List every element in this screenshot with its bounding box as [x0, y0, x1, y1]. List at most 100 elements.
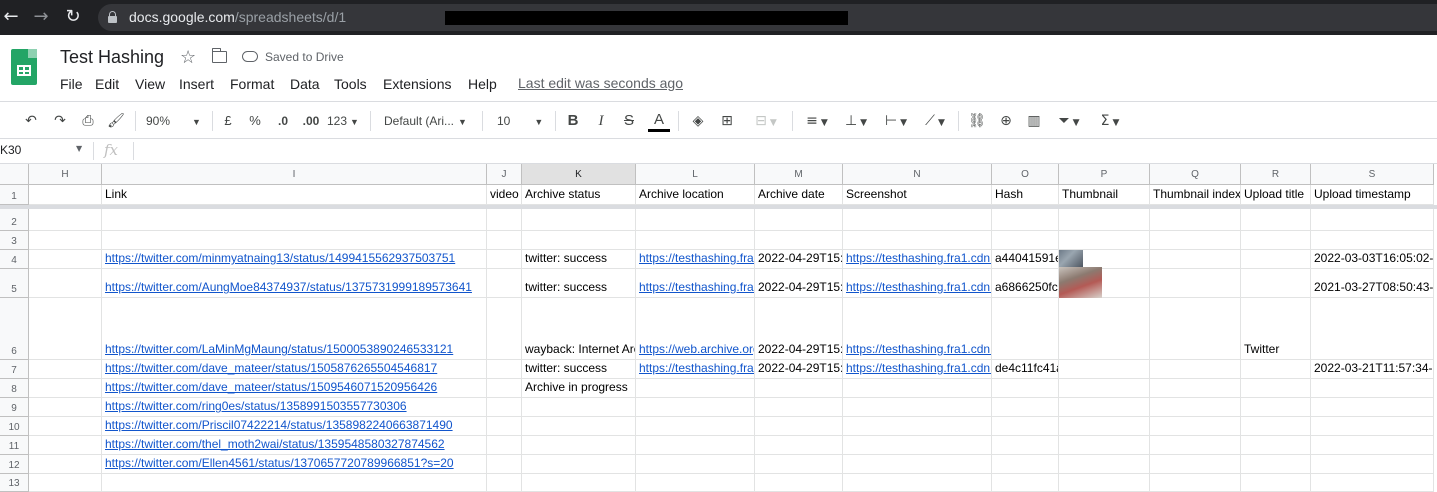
- cell-m8[interactable]: [755, 379, 843, 398]
- saved-status[interactable]: Saved to Drive: [265, 50, 344, 64]
- cell-s11[interactable]: [1311, 436, 1434, 455]
- cell-link[interactable]: https://twitter.com/dave_mateer/status/1…: [105, 380, 437, 394]
- column-header-m[interactable]: M: [755, 164, 843, 185]
- cell-r8[interactable]: [1241, 379, 1311, 398]
- cell-k3[interactable]: [522, 231, 636, 250]
- cell-link[interactable]: https://web.archive.org: [639, 342, 754, 356]
- cell-r7[interactable]: [1241, 360, 1311, 379]
- cell-k13[interactable]: [522, 474, 636, 492]
- cell-i2[interactable]: [102, 209, 487, 231]
- cell-r12[interactable]: [1241, 455, 1311, 474]
- cell-l5[interactable]: https://testhashing.fra1.cdn: [636, 269, 755, 298]
- cell-n12[interactable]: [843, 455, 992, 474]
- row-header-3[interactable]: 3: [0, 231, 29, 250]
- cell-h10[interactable]: [29, 417, 102, 436]
- cell-k4[interactable]: twitter: success: [522, 250, 636, 269]
- percent-format-button[interactable]: %: [247, 110, 263, 132]
- cell-q7[interactable]: [1150, 360, 1241, 379]
- row-header-9[interactable]: 9: [0, 398, 29, 417]
- borders-icon[interactable]: ⊞: [717, 110, 737, 132]
- cell-k11[interactable]: [522, 436, 636, 455]
- cell-k7[interactable]: twitter: success: [522, 360, 636, 379]
- menu-help[interactable]: Help: [468, 76, 497, 92]
- cell-i7[interactable]: https://twitter.com/dave_mateer/status/1…: [102, 360, 487, 379]
- text-wrapping-icon[interactable]: ⊢ ▼: [880, 110, 912, 132]
- cell-s5[interactable]: 2021-03-27T08:50:43-: [1311, 269, 1434, 298]
- reload-icon[interactable]: ↻: [62, 6, 84, 28]
- cell-h9[interactable]: [29, 398, 102, 417]
- document-title[interactable]: Test Hashing: [60, 47, 164, 68]
- cell-r10[interactable]: [1241, 417, 1311, 436]
- horizontal-align-icon[interactable]: ≡ ▼: [801, 110, 833, 132]
- cell-o12[interactable]: [992, 455, 1059, 474]
- cell-n6[interactable]: https://testhashing.fra1.cdn.: [843, 298, 992, 360]
- cell-q13[interactable]: [1150, 474, 1241, 492]
- row-header-11[interactable]: 11: [0, 436, 29, 455]
- cell-h1[interactable]: [29, 185, 102, 205]
- cell-j3[interactable]: [487, 231, 522, 250]
- row-header-6[interactable]: 6: [0, 298, 29, 360]
- redo-icon[interactable]: ↷: [49, 110, 71, 132]
- cell-i10[interactable]: https://twitter.com/Priscil07422214/stat…: [102, 417, 487, 436]
- cell-s3[interactable]: [1311, 231, 1434, 250]
- cell-h7[interactable]: [29, 360, 102, 379]
- cell-s12[interactable]: [1311, 455, 1434, 474]
- cell-n8[interactable]: [843, 379, 992, 398]
- menu-edit[interactable]: Edit: [95, 76, 119, 92]
- cell-l12[interactable]: [636, 455, 755, 474]
- merge-cells-icon[interactable]: ⊟ ▼: [747, 110, 785, 132]
- cell-o13[interactable]: [992, 474, 1059, 492]
- cell-p9[interactable]: [1059, 398, 1150, 417]
- cell-r5[interactable]: [1241, 269, 1311, 298]
- menu-data[interactable]: Data: [290, 76, 320, 92]
- cell-r1[interactable]: Upload title: [1241, 185, 1311, 205]
- row-header-7[interactable]: 7: [0, 360, 29, 379]
- filter-icon[interactable]: ⏷ ▼: [1052, 110, 1086, 132]
- cell-h2[interactable]: [29, 209, 102, 231]
- cell-o8[interactable]: [992, 379, 1059, 398]
- cell-i3[interactable]: [102, 231, 487, 250]
- cell-s13[interactable]: [1311, 474, 1434, 492]
- menu-insert[interactable]: Insert: [179, 76, 214, 92]
- cell-m5[interactable]: 2022-04-29T15:: [755, 269, 843, 298]
- cell-p12[interactable]: [1059, 455, 1150, 474]
- cell-link[interactable]: https://testhashing.fra1.cdn.: [846, 361, 991, 375]
- cell-p3[interactable]: [1059, 231, 1150, 250]
- row-header-4[interactable]: 4: [0, 250, 29, 269]
- cell-j13[interactable]: [487, 474, 522, 492]
- more-formats-button[interactable]: 123 ▼: [327, 110, 361, 132]
- paint-format-icon[interactable]: 🖌: [105, 110, 127, 132]
- cell-s1[interactable]: Upload timestamp: [1311, 185, 1434, 205]
- cell-o11[interactable]: [992, 436, 1059, 455]
- cell-p11[interactable]: [1059, 436, 1150, 455]
- cell-s10[interactable]: [1311, 417, 1434, 436]
- cell-n11[interactable]: [843, 436, 992, 455]
- row-header-2[interactable]: 2: [0, 209, 29, 231]
- cell-h13[interactable]: [29, 474, 102, 492]
- cell-h11[interactable]: [29, 436, 102, 455]
- cell-k10[interactable]: [522, 417, 636, 436]
- cell-h6[interactable]: [29, 298, 102, 360]
- cell-m6[interactable]: 2022-04-29T15:: [755, 298, 843, 360]
- menu-file[interactable]: File: [60, 76, 83, 92]
- cell-q5[interactable]: [1150, 269, 1241, 298]
- cell-m3[interactable]: [755, 231, 843, 250]
- cell-s2[interactable]: [1311, 209, 1434, 231]
- column-header-k[interactable]: K: [522, 164, 636, 185]
- cell-link[interactable]: https://twitter.com/LaMinMgMaung/status/…: [105, 342, 453, 356]
- cell-r9[interactable]: [1241, 398, 1311, 417]
- decrease-decimal-button[interactable]: .0: [272, 110, 294, 132]
- column-header-h[interactable]: H: [29, 164, 102, 185]
- cell-q1[interactable]: Thumbnail index: [1150, 185, 1241, 205]
- cell-o1[interactable]: Hash: [992, 185, 1059, 205]
- cell-q10[interactable]: [1150, 417, 1241, 436]
- cell-o6[interactable]: [992, 298, 1059, 360]
- cell-l2[interactable]: [636, 209, 755, 231]
- insert-chart-icon[interactable]: ▥: [1023, 110, 1045, 132]
- cell-q8[interactable]: [1150, 379, 1241, 398]
- cell-p13[interactable]: [1059, 474, 1150, 492]
- cell-j2[interactable]: [487, 209, 522, 231]
- cell-p8[interactable]: [1059, 379, 1150, 398]
- cell-q6[interactable]: [1150, 298, 1241, 360]
- cell-link[interactable]: https://twitter.com/AungMoe84374937/stat…: [105, 280, 472, 294]
